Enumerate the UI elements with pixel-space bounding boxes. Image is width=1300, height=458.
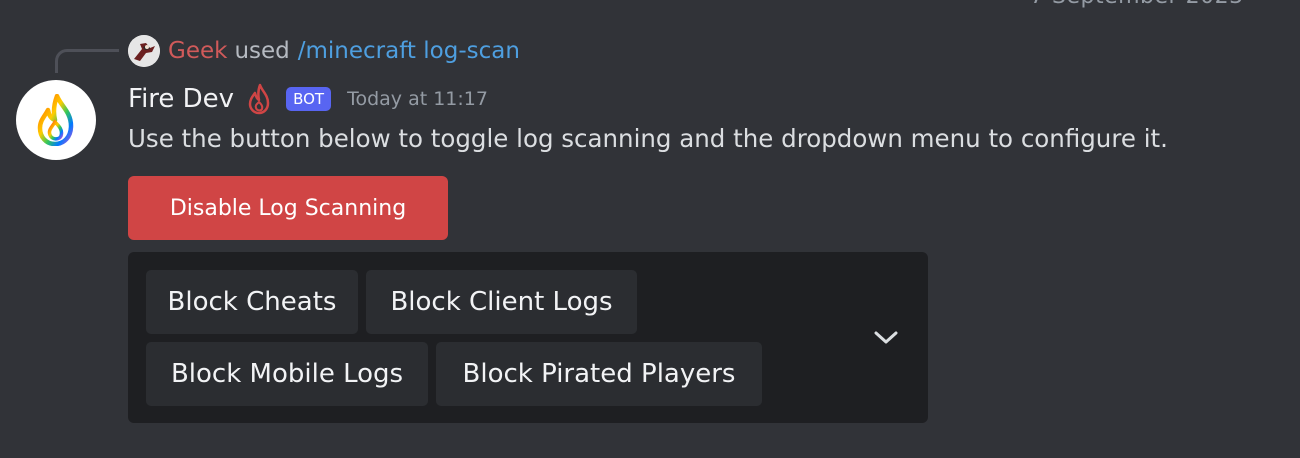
date-divider: 7 September 2023 bbox=[1030, 0, 1244, 9]
log-scan-select-menu[interactable]: Block Cheats Block Client Logs Block Mob… bbox=[128, 252, 928, 423]
bot-tag: BOT bbox=[286, 87, 332, 111]
flame-icon bbox=[246, 83, 272, 115]
select-option-block-mobile-logs[interactable]: Block Mobile Logs bbox=[146, 342, 428, 406]
message-header: Fire Dev BOT Today at 11:17 bbox=[128, 80, 488, 118]
reply-connector bbox=[55, 49, 119, 73]
discord-message-area: 7 September 2023 Geek used /minecraft lo… bbox=[0, 0, 1300, 458]
bot-username[interactable]: Fire Dev bbox=[128, 84, 234, 114]
disable-log-scanning-button[interactable]: Disable Log Scanning bbox=[128, 176, 448, 240]
message-timestamp: Today at 11:17 bbox=[347, 88, 488, 110]
slash-command-link[interactable]: /minecraft log-scan bbox=[298, 38, 520, 64]
select-option-block-client-logs[interactable]: Block Client Logs bbox=[366, 270, 637, 334]
select-option-block-pirated-players[interactable]: Block Pirated Players bbox=[436, 342, 762, 406]
rainbow-flame-icon[interactable] bbox=[16, 80, 96, 160]
user-avatar-icon[interactable] bbox=[128, 35, 160, 67]
reply-used-text: used bbox=[234, 38, 290, 64]
reply-username[interactable]: Geek bbox=[168, 38, 227, 64]
interaction-reply[interactable]: Geek used /minecraft log-scan bbox=[128, 34, 520, 68]
chevron-down-icon[interactable] bbox=[872, 324, 900, 352]
message-content: Use the button below to toggle log scann… bbox=[128, 124, 1168, 153]
select-option-block-cheats[interactable]: Block Cheats bbox=[146, 270, 358, 334]
